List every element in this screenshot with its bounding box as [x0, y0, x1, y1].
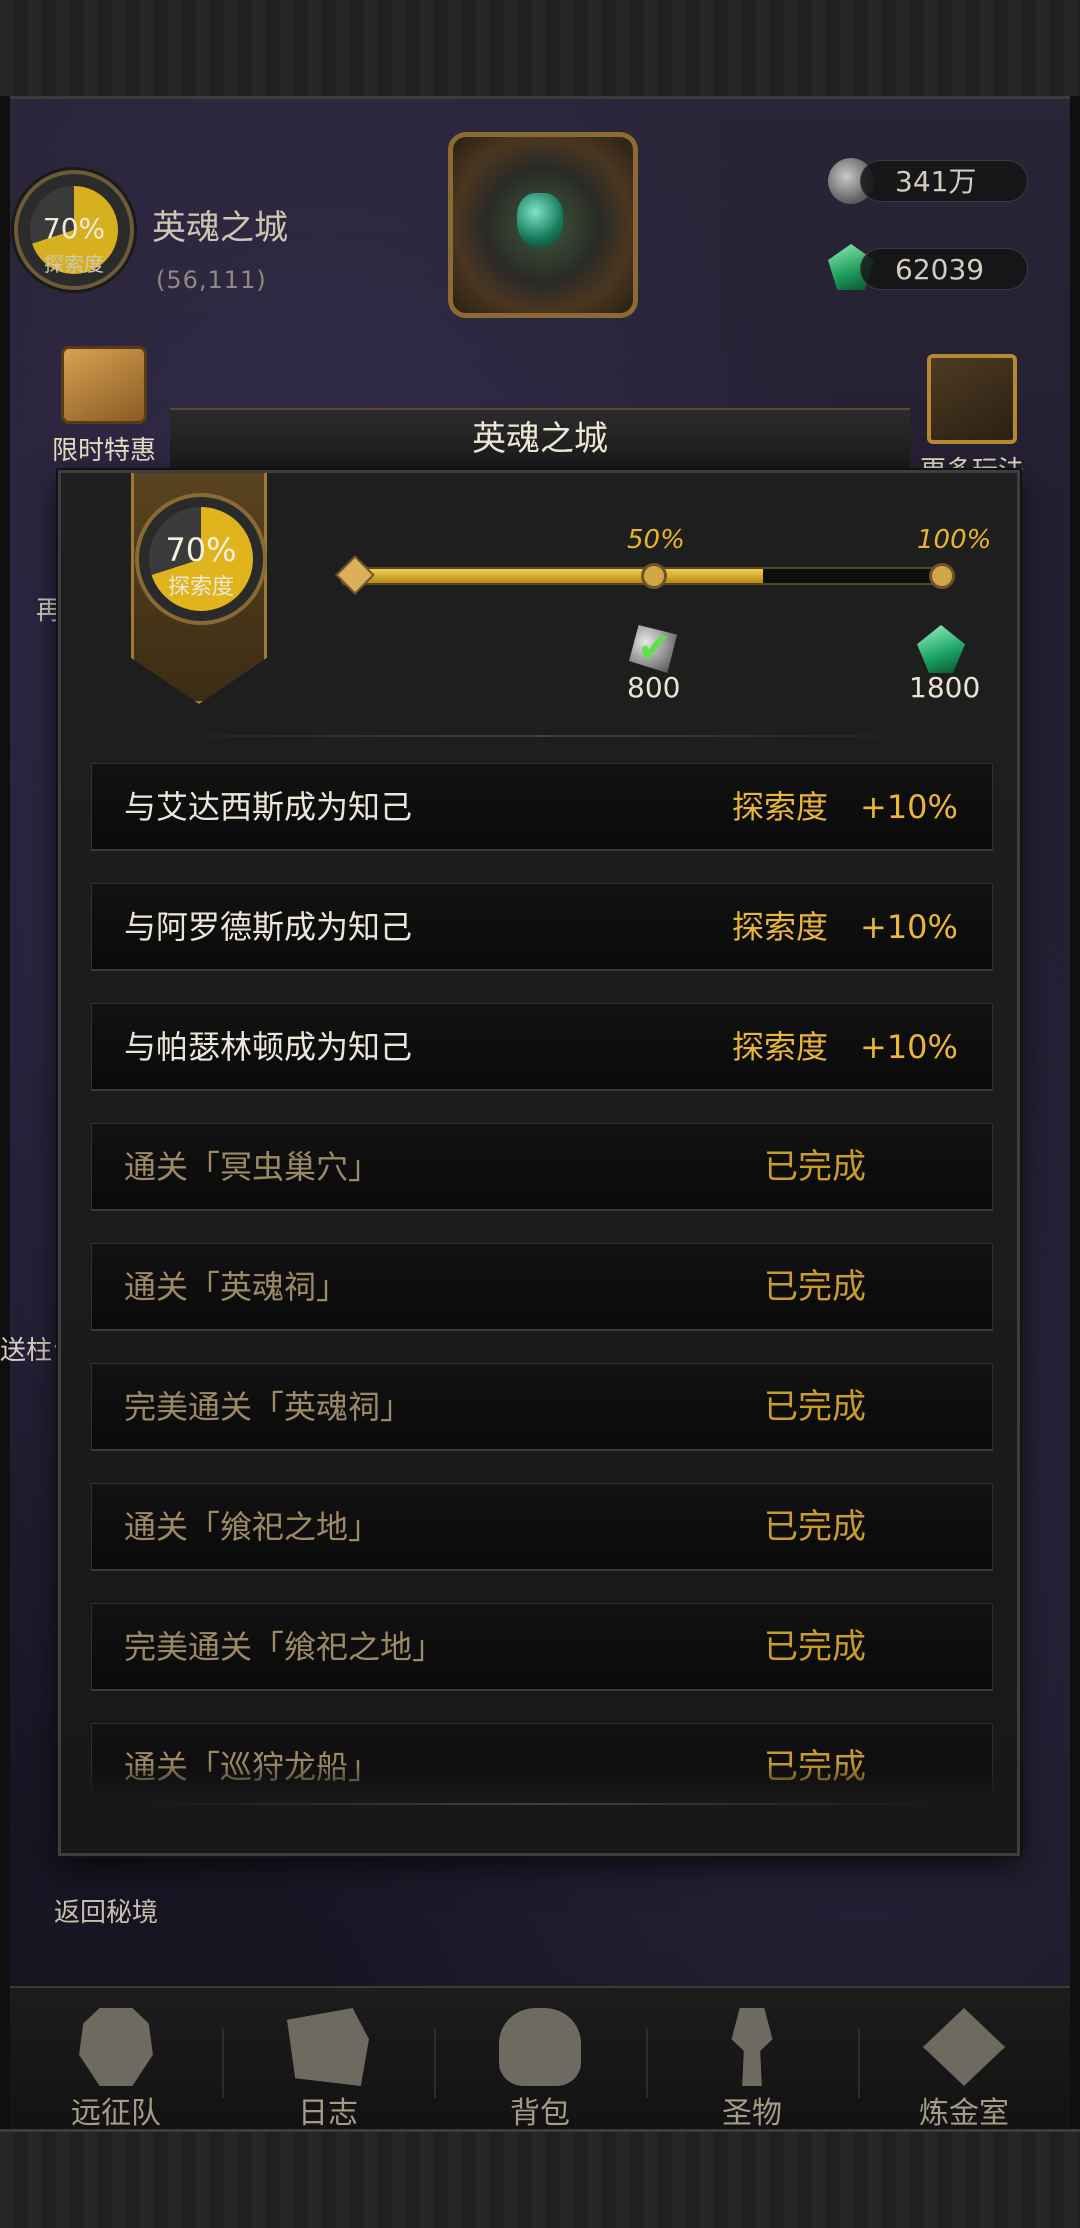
- bag-icon: [499, 2008, 581, 2086]
- task-desc: 通关「冥虫巢穴」: [124, 1148, 381, 1186]
- task-reward: 探索度 +10%: [732, 788, 958, 826]
- task-row: 与阿罗德斯成为知己 探索度 +10%: [91, 883, 993, 971]
- more-play-button[interactable]: 更多玩法: [920, 354, 1024, 487]
- task-desc: 与帕瑟林顿成为知己: [124, 1028, 413, 1066]
- progress-track-fill: [343, 569, 763, 583]
- hud-exploration-progress[interactable]: 70% 探索度: [14, 170, 134, 290]
- nav-label: 背包: [510, 2096, 570, 2131]
- nav-alchemy[interactable]: 炼金室: [858, 1988, 1070, 2134]
- track-start-diamond-icon: [335, 555, 375, 595]
- left-frame: [0, 96, 10, 2132]
- nav-relics[interactable]: 圣物: [646, 1988, 858, 2134]
- claimed-check-icon: ✔: [637, 623, 673, 672]
- milestone-node-100: [929, 563, 955, 589]
- zone-coordinates: (56,111): [156, 266, 267, 294]
- crystal-reward-icon[interactable]: [917, 625, 965, 673]
- nav-label: 圣物: [722, 2096, 782, 2131]
- emblem-gem-icon: [517, 193, 563, 247]
- task-desc: 通关「飨祀之地」: [124, 1508, 381, 1546]
- nav-backpack[interactable]: 背包: [434, 1988, 646, 2134]
- task-reward: 探索度 +10%: [732, 908, 958, 946]
- task-status: 已完成: [764, 1507, 866, 1547]
- hud-progress-percent: 70%: [42, 212, 106, 245]
- milestone-node-50: [641, 563, 667, 589]
- milestone-percent-50: 50%: [627, 525, 685, 555]
- task-reward: 探索度 +10%: [732, 1028, 958, 1066]
- task-row: 通关「英魂祠」 已完成: [91, 1243, 993, 1331]
- task-row: 完美通关「飨祀之地」 已完成: [91, 1603, 993, 1691]
- modal-divider: [141, 735, 941, 737]
- task-desc: 完美通关「英魂祠」: [124, 1388, 413, 1426]
- list-fade: [91, 1763, 993, 1799]
- nav-label: 远征队: [71, 2096, 161, 2131]
- task-status: 已完成: [764, 1267, 866, 1307]
- task-row: 通关「冥虫巢穴」 已完成: [91, 1123, 993, 1211]
- scroll-icon: [287, 2008, 369, 2086]
- task-status: 已完成: [764, 1627, 866, 1667]
- milestone-reward-100: 1800: [909, 671, 981, 704]
- gift-box-icon: [61, 346, 147, 424]
- milestone-reward-50: 800: [627, 671, 681, 704]
- task-row: 完美通关「英魂祠」 已完成: [91, 1363, 993, 1451]
- present-icon: [927, 354, 1017, 444]
- modal-progress-percent: 70%: [165, 531, 237, 569]
- zone-emblem-icon[interactable]: [448, 132, 638, 318]
- task-desc: 与阿罗德斯成为知己: [124, 908, 413, 946]
- exploration-modal: 70% 探索度 50% 100% ✔ 800 1800 与艾达西斯成为知己 探索…: [58, 470, 1020, 1856]
- modal-title: 英魂之城: [170, 408, 910, 470]
- milestone-percent-100: 100%: [917, 525, 992, 555]
- crystal-resource-amount: 62039: [860, 248, 1028, 290]
- nav-label: 日志: [298, 2096, 358, 2131]
- modal-progress-ring: 70% 探索度: [135, 493, 267, 625]
- nav-expedition[interactable]: 远征队: [10, 1988, 222, 2134]
- task-row: 与艾达西斯成为知己 探索度 +10%: [91, 763, 993, 851]
- task-row: 通关「飨祀之地」 已完成: [91, 1483, 993, 1571]
- zone-name: 英魂之城: [152, 208, 288, 248]
- right-frame: [1070, 96, 1080, 2132]
- top-frame: [0, 0, 1080, 99]
- nav-label: 炼金室: [919, 2096, 1009, 2131]
- task-list[interactable]: 与艾达西斯成为知己 探索度 +10% 与阿罗德斯成为知己 探索度 +10% 与帕…: [91, 763, 993, 1793]
- modal-bottom-divider: [141, 1803, 941, 1805]
- hud-progress-label: 探索度: [44, 252, 104, 276]
- limited-offer-label: 限时特惠: [52, 436, 157, 466]
- task-desc: 完美通关「飨祀之地」: [124, 1628, 445, 1666]
- bottom-frame: [0, 2129, 1080, 2228]
- task-row: 与帕瑟林顿成为知己 探索度 +10%: [91, 1003, 993, 1091]
- alchemy-icon: [923, 2008, 1005, 2086]
- bottom-nav: 远征队 日志 背包 圣物 炼金室: [10, 1986, 1070, 2134]
- modal-progress-label: 探索度: [167, 575, 234, 600]
- limited-offer-button[interactable]: 限时特惠: [52, 346, 156, 467]
- return-secret-button[interactable]: 返回秘境: [54, 1892, 158, 1929]
- torch-icon: [731, 2008, 773, 2086]
- helmet-icon: [79, 2008, 153, 2086]
- task-desc: 与艾达西斯成为知己: [124, 788, 413, 826]
- task-desc: 通关「英魂祠」: [124, 1268, 349, 1306]
- task-status: 已完成: [764, 1147, 866, 1187]
- stone-resource-amount: 341万: [860, 160, 1028, 202]
- task-status: 已完成: [764, 1387, 866, 1427]
- nav-journal[interactable]: 日志: [222, 1988, 434, 2134]
